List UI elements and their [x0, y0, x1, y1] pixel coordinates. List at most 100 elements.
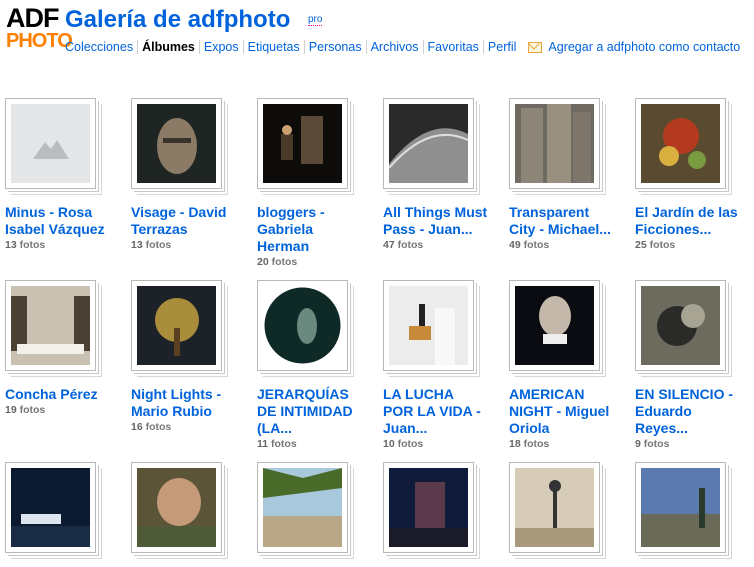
- nav-albumes: Álbumes: [137, 40, 199, 54]
- album-count-suffix: fotos: [640, 438, 670, 450]
- album-title-line: Night Lights -: [131, 386, 222, 402]
- album-title[interactable]: Visage - David Terrazas 13 fotos: [131, 204, 251, 252]
- album-title-line: POR LA VIDA -: [383, 403, 481, 419]
- album-title[interactable]: EN SILENCIO - Eduardo Reyes... 9 fotos: [635, 386, 754, 451]
- album-thumbnail[interactable]: [635, 98, 726, 189]
- album-thumbnail[interactable]: [257, 462, 348, 553]
- album-title-line: (LA...: [257, 420, 292, 436]
- album-thumbnail[interactable]: [509, 462, 600, 553]
- album-title[interactable]: JERARQUÍAS DE INTIMIDAD (LA... 11 fotos: [257, 386, 377, 451]
- album-count-suffix: fotos: [142, 239, 172, 251]
- album-count-suffix: fotos: [16, 239, 46, 251]
- album-title[interactable]: All Things Must Pass - Juan... 47 fotos: [383, 204, 503, 252]
- album-count-number: 13: [5, 239, 17, 251]
- album-thumbnail[interactable]: [131, 280, 222, 371]
- album-title[interactable]: Concha Pérez 19 fotos: [5, 386, 125, 417]
- nav-archivos[interactable]: Archivos: [365, 40, 423, 54]
- album-title-line: All Things Must: [383, 204, 488, 220]
- page-title[interactable]: Galería de adfphoto: [65, 6, 290, 34]
- album-title[interactable]: bloggers - Gabriela Herman 20 fotos: [257, 204, 377, 269]
- envelope-icon[interactable]: [528, 41, 543, 53]
- album-title-line: JERARQUÍAS: [257, 386, 349, 402]
- nav-perfil[interactable]: Perfil: [482, 40, 520, 54]
- album-photo-count: 13 fotos: [131, 238, 251, 252]
- album-thumbnail[interactable]: [635, 462, 726, 553]
- album-title-line: Visage - David: [131, 204, 227, 220]
- album-thumbnail[interactable]: [383, 98, 474, 189]
- album-thumbnail[interactable]: [635, 280, 726, 371]
- adf-photo-logo[interactable]: ADF PHOTO: [6, 3, 73, 57]
- album-cover-image: [137, 468, 216, 547]
- album-count-suffix: fotos: [520, 239, 550, 251]
- nav-personas[interactable]: Personas: [303, 40, 366, 54]
- album-count-number: 16: [131, 421, 143, 433]
- album-title[interactable]: LA LUCHA POR LA VIDA - Juan... 10 fotos: [383, 386, 503, 451]
- nav-favoritas[interactable]: Favoritas: [422, 40, 483, 54]
- album-title-line: Eduardo: [635, 403, 692, 419]
- album-count-suffix: fotos: [394, 239, 424, 251]
- album-title-line: Minus - Rosa: [5, 204, 93, 220]
- album-title-line: Reyes...: [635, 420, 688, 436]
- nav-etiquetas[interactable]: Etiquetas: [242, 40, 304, 54]
- album-count-suffix: fotos: [520, 438, 550, 450]
- album-count-number: 47: [383, 239, 395, 251]
- album-cover-image: [515, 286, 594, 365]
- album-title-line: Mario Rubio: [131, 403, 212, 419]
- album-title-line: AMERICAN: [509, 386, 585, 402]
- album-count-suffix: fotos: [16, 404, 46, 416]
- album-title-line: EN SILENCIO -: [635, 386, 734, 402]
- album-count-number: 10: [383, 438, 395, 450]
- album-count-number: 18: [509, 438, 521, 450]
- album-title-line: Gabriela: [257, 221, 314, 237]
- album-photo-count: 25 fotos: [635, 238, 754, 252]
- album-thumbnail[interactable]: [257, 98, 348, 189]
- album-cover-image: [11, 468, 90, 547]
- album-title-line: LA LUCHA: [383, 386, 455, 402]
- album-count-suffix: fotos: [646, 239, 676, 251]
- album-title-line: DE INTIMIDAD: [257, 403, 353, 419]
- album-title-line: Herman: [257, 238, 310, 254]
- album-thumbnail[interactable]: [509, 280, 600, 371]
- album-thumbnail[interactable]: [383, 280, 474, 371]
- album-cover-image: [11, 286, 90, 365]
- album-thumbnail[interactable]: [5, 462, 96, 553]
- album-cover-image: [389, 468, 468, 547]
- album-cover-image: [515, 104, 594, 183]
- album-title[interactable]: Transparent City - Michael... 49 fotos: [509, 204, 629, 252]
- album-cover-image: [641, 104, 720, 183]
- album-cover-image: [263, 104, 342, 183]
- album-photo-count: 11 fotos: [257, 437, 377, 451]
- logo-line-2: PHOTO: [6, 30, 73, 52]
- album-title[interactable]: AMERICAN NIGHT - Miguel Oriola 18 fotos: [509, 386, 629, 451]
- album-thumbnail[interactable]: [5, 280, 96, 371]
- album-title-line: NIGHT - Miguel: [509, 403, 610, 419]
- album-title-line: Juan...: [383, 420, 428, 436]
- pro-badge[interactable]: pro: [308, 14, 323, 26]
- album-thumbnail[interactable]: [257, 280, 348, 371]
- nav-expos[interactable]: Expos: [198, 40, 243, 54]
- album-title-line: Isabel Vázquez: [5, 221, 105, 237]
- album-thumbnail[interactable]: [5, 98, 96, 189]
- album-count-number: 20: [257, 256, 269, 268]
- album-cover-image: [641, 286, 720, 365]
- album-title[interactable]: Minus - Rosa Isabel Vázquez 13 fotos: [5, 204, 125, 252]
- album-count-suffix: fotos: [142, 421, 172, 433]
- nav-colecciones[interactable]: Colecciones: [65, 40, 137, 54]
- album-count-number: 25: [635, 239, 647, 251]
- album-thumbnail[interactable]: [509, 98, 600, 189]
- album-title[interactable]: El Jardín de las Ficciones... 25 fotos: [635, 204, 754, 252]
- album-photo-count: 19 fotos: [5, 403, 125, 417]
- album-photo-count: 49 fotos: [509, 238, 629, 252]
- album-title[interactable]: Night Lights - Mario Rubio 16 fotos: [131, 386, 251, 434]
- album-cover-image: [515, 468, 594, 547]
- album-count-suffix: fotos: [268, 256, 298, 268]
- album-thumbnail[interactable]: [383, 462, 474, 553]
- album-thumbnail[interactable]: [131, 462, 222, 553]
- add-contact-link[interactable]: Agregar a adfphoto como contacto: [548, 40, 740, 54]
- album-title-line: Transparent: [509, 204, 590, 220]
- album-count-suffix: fotos: [394, 438, 424, 450]
- album-count-number: 11: [257, 438, 269, 450]
- album-count-number: 19: [5, 404, 17, 416]
- logo-line-1: ADF: [6, 3, 60, 33]
- album-thumbnail[interactable]: [131, 98, 222, 189]
